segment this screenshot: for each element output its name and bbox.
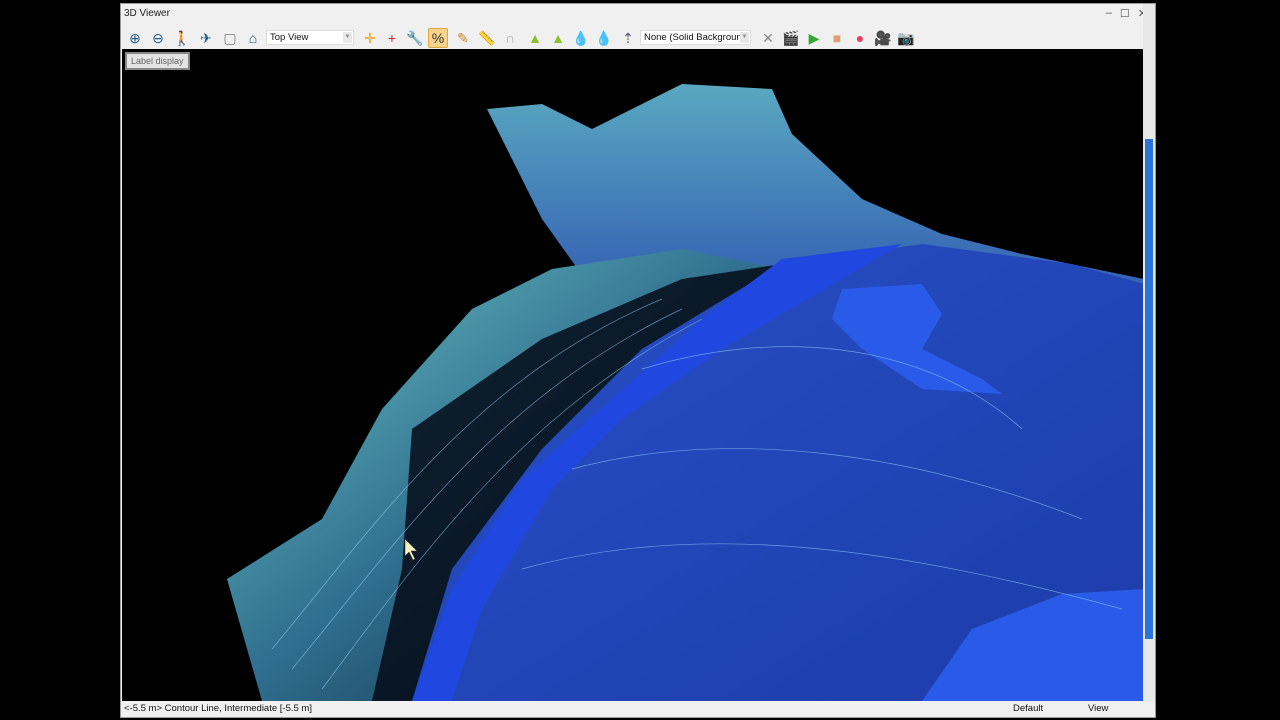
vertical-scrollbar[interactable]	[1143, 4, 1155, 701]
chevron-down-icon: ▼	[740, 32, 749, 43]
toolbar: Top View ▼ None (Solid Background ▼ ⊕ ⊖ 🚶 ✈ ▢ ⌂…	[121, 26, 1143, 49]
view-select[interactable]: Top View ▼	[266, 30, 354, 45]
background-select[interactable]: None (Solid Background ▼	[640, 30, 751, 45]
magnet-icon[interactable]: ∩	[500, 28, 520, 48]
3d-viewer-window: 3D Viewer – ☐ ✕ Top View ▼ None (Solid Ba…	[120, 3, 1156, 718]
water-level-down-icon[interactable]: 💧	[571, 28, 591, 48]
zoom-in-icon[interactable]: ⊕	[125, 28, 145, 48]
tree-icon[interactable]: ⇡	[618, 28, 638, 48]
label-display-button[interactable]: Label display	[125, 52, 190, 70]
minimize-button[interactable]: –	[1106, 7, 1112, 20]
view-select-value: Top View	[270, 32, 309, 43]
window-title: 3D Viewer	[124, 8, 170, 19]
helicopter-icon[interactable]: ✈	[196, 28, 216, 48]
camera-icon[interactable]: 📷	[896, 28, 916, 48]
maximize-button[interactable]: ☐	[1120, 7, 1130, 20]
scrollbar-thumb[interactable]	[1145, 139, 1153, 639]
crosshair-icon[interactable]: ✛	[360, 28, 380, 48]
status-mode: Default	[1013, 703, 1044, 714]
clapper-icon[interactable]: 🎬	[781, 28, 801, 48]
home-icon[interactable]: ⌂	[243, 28, 263, 48]
video-camera-icon[interactable]: 🎥	[873, 28, 893, 48]
terrain-render	[227, 84, 1144, 701]
stop-icon[interactable]: ■	[827, 28, 847, 48]
wrench-icon[interactable]: 🔧	[405, 28, 425, 48]
status-contour-info: <-5.5 m> Contour Line, Intermediate [-5.…	[124, 703, 312, 714]
status-view: View	[1088, 703, 1109, 714]
3d-viewport[interactable]: Label display	[122, 49, 1144, 701]
status-bar: <-5.5 m> Contour Line, Intermediate [-5.…	[121, 701, 1143, 718]
clear-icon[interactable]: ✕	[758, 28, 778, 48]
window-controls: – ☐ ✕	[1106, 7, 1147, 20]
ruler-icon[interactable]: 📏	[477, 28, 497, 48]
terrain-lower-icon[interactable]: ▲	[525, 28, 545, 48]
zoom-out-icon[interactable]: ⊖	[148, 28, 168, 48]
terrain-raise-icon[interactable]: ▲	[548, 28, 568, 48]
slope-icon[interactable]: %	[428, 28, 448, 48]
cube-icon[interactable]: ▢	[220, 28, 240, 48]
pencil-icon[interactable]: ✎	[453, 28, 473, 48]
chevron-down-icon: ▼	[343, 32, 352, 43]
water-level-up-icon[interactable]: 💧	[594, 28, 614, 48]
play-icon[interactable]: ▶	[804, 28, 824, 48]
axis-cross-icon[interactable]: +	[382, 28, 402, 48]
walk-icon[interactable]: 🚶	[172, 28, 192, 48]
record-icon[interactable]: ●	[850, 28, 870, 48]
background-select-value: None (Solid Background	[644, 32, 747, 43]
